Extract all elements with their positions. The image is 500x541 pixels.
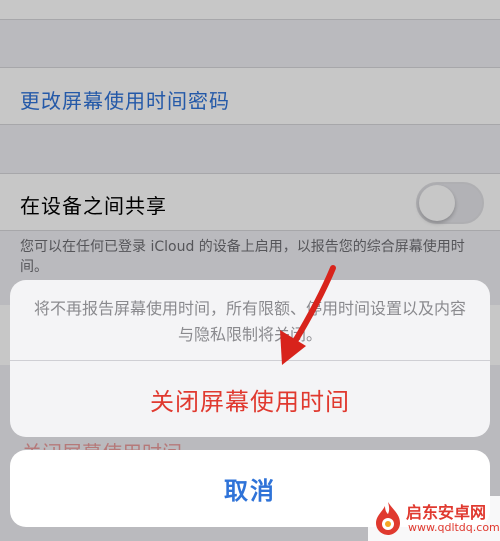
action-sheet-message: 将不再报告屏幕使用时间，所有限额、停用时间设置以及内容与隐私限制将关闭。 xyxy=(34,299,467,344)
action-sheet: 将不再报告屏幕使用时间，所有限额、停用时间设置以及内容与隐私限制将关闭。 关闭屏… xyxy=(10,280,490,437)
watermark-url: www.qdltdq.com xyxy=(408,521,500,534)
watermark: 启东安卓网 www.qdltdq.com xyxy=(368,496,500,541)
watermark-name: 启东安卓网 xyxy=(406,503,487,522)
turn-off-screen-time-button[interactable]: 关闭屏幕使用时间 xyxy=(10,361,490,437)
screen: 更改屏幕使用时间密码 在设备之间共享 您可以在任何已登录 iCloud 的设备上… xyxy=(0,0,500,541)
flame-logo-icon xyxy=(376,502,400,535)
